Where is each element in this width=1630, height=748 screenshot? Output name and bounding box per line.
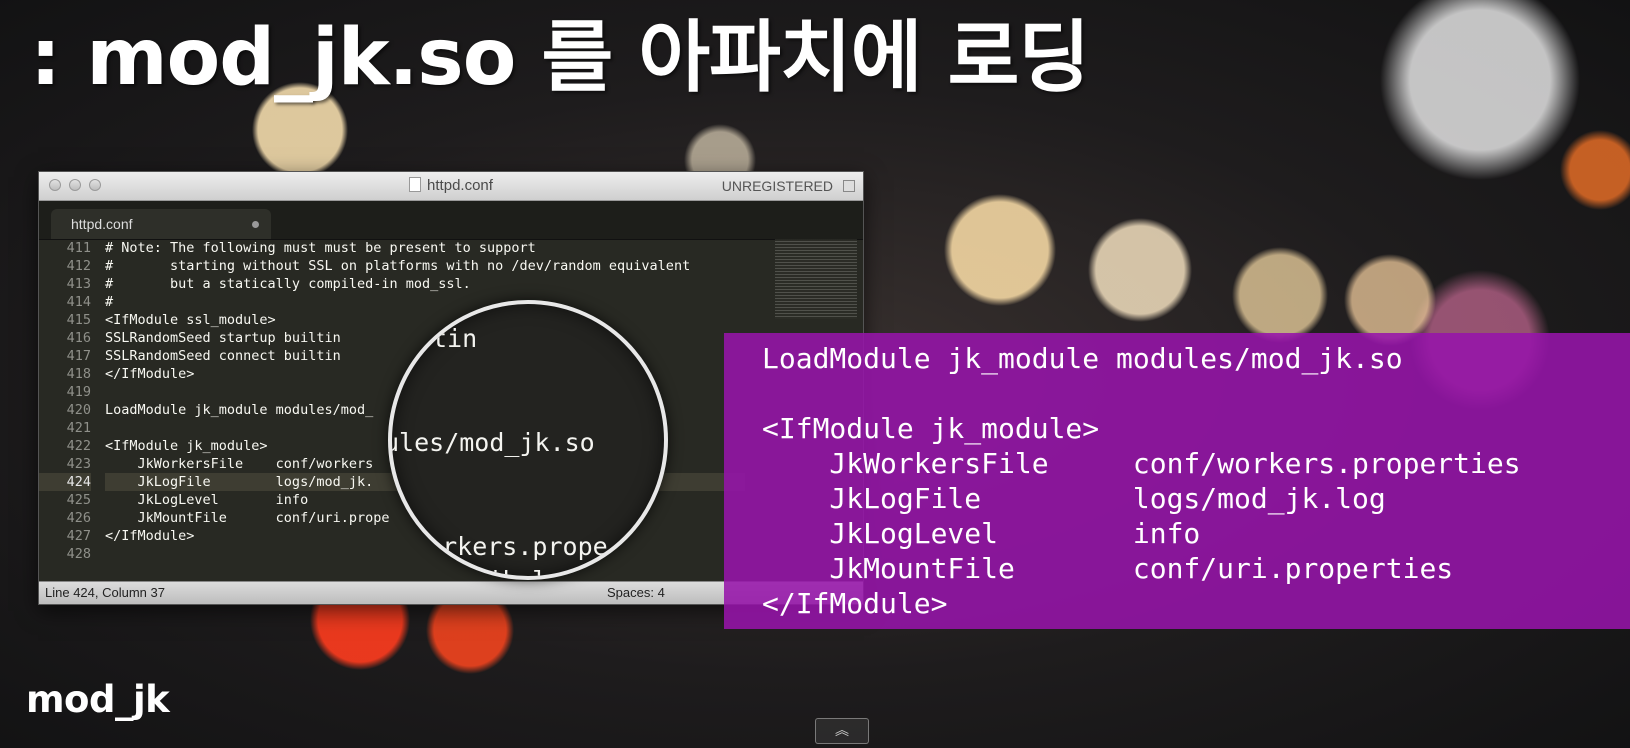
magnified-line: workers.prope [412,532,608,561]
double-chevron-up-icon: ︽ [835,723,849,739]
tab-bar: httpd.conf [39,201,863,240]
line-number: 417 [66,348,91,364]
minimap[interactable] [775,239,857,319]
line-number: 419 [66,384,91,400]
line-number: 416 [66,330,91,346]
line-number: 423 [66,456,91,472]
overlay-code-line: <IfModule jk_module> [762,412,1100,445]
code-line[interactable]: <IfModule ssl_module> [105,311,745,329]
window-title-text: httpd.conf [427,177,493,194]
overlay-code-line [762,376,1521,411]
slide-headline: : mod_jk.so 를 아파치에 로딩 [30,13,1090,103]
line-number: 422 [66,438,91,454]
overlay-code-block: LoadModule jk_module modules/mod_jk.so <I… [762,341,1521,621]
unregistered-label: UNREGISTERED [721,178,833,194]
tab-httpd-conf[interactable]: httpd.conf [51,209,271,239]
overlay-code-line: JkLogFile logs/mod_jk.log [762,482,1386,515]
indentation-setting[interactable]: Spaces: 4 [607,582,665,604]
fullscreen-icon[interactable] [843,180,855,192]
line-number: 428 [66,546,91,562]
code-line[interactable]: # starting without SSL on platforms with… [105,257,745,275]
scroll-up-button[interactable]: ︽ [815,718,869,744]
line-number: 420 [66,402,91,418]
overlay-code-line: JkLogLevel info [762,517,1201,550]
overlay-code-line: </IfModule> [762,587,948,620]
unsaved-dot-icon[interactable] [252,221,259,228]
cursor-position: Line 424, Column 37 [45,585,165,600]
code-line[interactable]: # but a statically compiled-in mod_ssl. [105,275,745,293]
magnified-line: ules/mod_jk.so [388,428,595,457]
overlay-code-line: JkWorkersFile conf/workers.properties [762,447,1521,480]
line-number: 426 [66,510,91,526]
brand-label: mod_jk [26,678,170,721]
line-number: 413 [66,276,91,292]
line-number: 411 [66,240,91,256]
overlay-code-line: LoadModule jk_module modules/mod_jk.so [762,342,1403,375]
line-number: 427 [66,528,91,544]
line-number: 421 [66,420,91,436]
line-number: 412 [66,258,91,274]
overlay-code-line: JkMountFile conf/uri.properties [762,552,1454,585]
line-number: 418 [66,366,91,382]
tab-label: httpd.conf [71,216,133,232]
line-number-gutter: 411 412 413 414 415 416 417 418 419 420 421 422 423 4… [39,239,91,563]
code-line[interactable]: # [105,293,745,311]
magnifier-lens: tin ules/mod_jk.so workers.prope _jk.log [388,300,668,580]
magnified-line: tin [432,324,478,353]
document-icon [409,177,422,192]
window-titlebar: httpd.conf UNREGISTERED [39,172,863,201]
code-overlay-panel: LoadModule jk_module modules/mod_jk.so <I… [724,333,1630,629]
line-number: 414 [66,294,91,310]
code-line[interactable]: # Note: The following must must be prese… [105,239,745,257]
line-number: 424 [39,473,91,491]
line-number: 415 [66,312,91,328]
line-number: 425 [66,492,91,508]
